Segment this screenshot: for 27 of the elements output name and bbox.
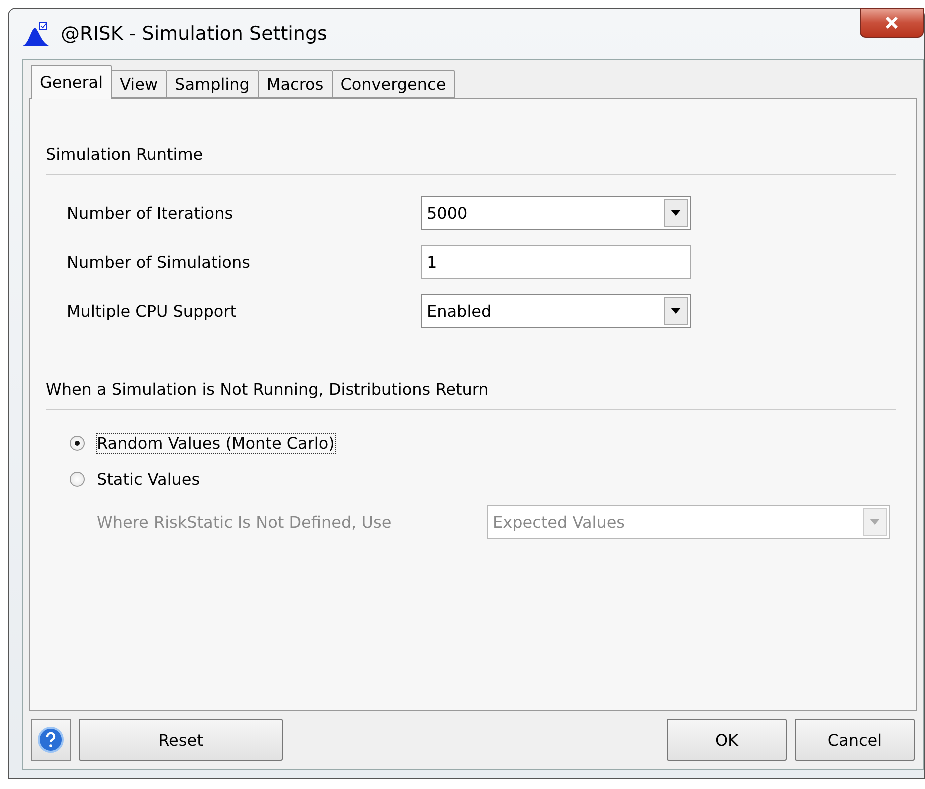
- section-heading: When a Simulation is Not Running, Distributions Return: [46, 380, 896, 410]
- radio-button[interactable]: [70, 472, 85, 487]
- app-logo-icon: [23, 22, 51, 46]
- field-label: Number of Iterations: [67, 204, 234, 222]
- close-button[interactable]: [860, 8, 924, 38]
- dropdown[interactable]: Enabled: [421, 294, 691, 328]
- field-label: Number of Simulations: [67, 252, 252, 272]
- radio-label[interactable]: Random Values (Monte Carlo): [97, 434, 335, 453]
- window-title: @RISK - Simulation Settings: [61, 23, 328, 45]
- field-label: Multiple CPU Support: [67, 302, 238, 320]
- tab[interactable]: Sampling: [167, 70, 259, 98]
- tab[interactable]: View: [112, 70, 168, 98]
- help-button[interactable]: [31, 719, 71, 761]
- radio-button[interactable]: [70, 436, 85, 451]
- tab[interactable]: Convergence: [332, 70, 456, 98]
- help-icon: [38, 727, 64, 753]
- close-icon: [885, 17, 899, 29]
- radio-label[interactable]: Static Values: [97, 470, 200, 489]
- tab[interactable]: Macros: [258, 70, 333, 98]
- cancel-button[interactable]: Cancel: [795, 719, 915, 761]
- ok-button[interactable]: OK: [667, 719, 787, 761]
- section-heading: Simulation Runtime: [46, 145, 896, 175]
- dropdown[interactable]: 5000: [421, 196, 691, 230]
- reset-button[interactable]: Reset: [79, 719, 283, 761]
- field-label: Where RiskStatic Is Not Defined, Use: [97, 512, 393, 532]
- input-field[interactable]: 1: [421, 245, 691, 279]
- tab[interactable]: General: [31, 65, 112, 99]
